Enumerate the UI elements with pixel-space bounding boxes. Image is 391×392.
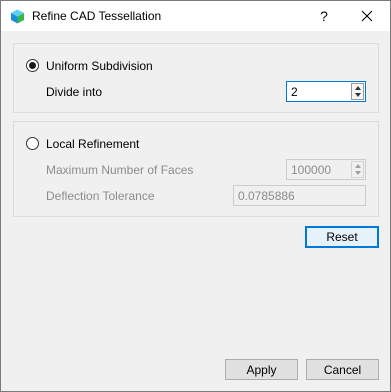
spin-up-icon[interactable] (355, 86, 361, 90)
title-bar: Refine CAD Tessellation ? (1, 1, 390, 31)
spin-down-icon[interactable] (355, 93, 361, 97)
dialog-window: Refine CAD Tessellation ? Uniform Subdiv… (0, 0, 391, 392)
cube-logo-icon (10, 9, 25, 24)
uniform-subdivision-label[interactable]: Uniform Subdivision (46, 59, 153, 73)
max-faces-spinbox[interactable]: 100000 (286, 159, 366, 180)
spin-down-icon[interactable] (355, 171, 361, 175)
deflection-tolerance-label: Deflection Tolerance (46, 189, 155, 203)
max-faces-stepper[interactable] (351, 161, 364, 178)
window-title: Refine CAD Tessellation (32, 9, 162, 23)
apply-button[interactable]: Apply (225, 359, 298, 380)
cancel-button[interactable]: Cancel (306, 359, 379, 380)
divide-into-spinbox[interactable]: 2 (286, 81, 366, 102)
uniform-subdivision-group (13, 43, 379, 113)
local-refinement-label[interactable]: Local Refinement (46, 137, 139, 151)
max-faces-value[interactable]: 100000 (291, 163, 331, 177)
divide-into-value[interactable]: 2 (291, 85, 298, 99)
close-icon (361, 10, 373, 22)
divide-into-label: Divide into (46, 85, 103, 99)
help-button[interactable]: ? (307, 1, 341, 31)
close-button[interactable] (345, 1, 390, 31)
divide-into-stepper[interactable] (351, 83, 364, 100)
reset-button[interactable]: Reset (305, 226, 379, 248)
deflection-tolerance-value[interactable]: 0.0785886 (238, 189, 295, 203)
max-faces-label: Maximum Number of Faces (46, 163, 194, 177)
spin-up-icon[interactable] (355, 164, 361, 168)
local-refinement-radio[interactable] (26, 137, 39, 150)
deflection-tolerance-field[interactable]: 0.0785886 (233, 185, 366, 206)
uniform-subdivision-radio[interactable] (26, 59, 39, 72)
